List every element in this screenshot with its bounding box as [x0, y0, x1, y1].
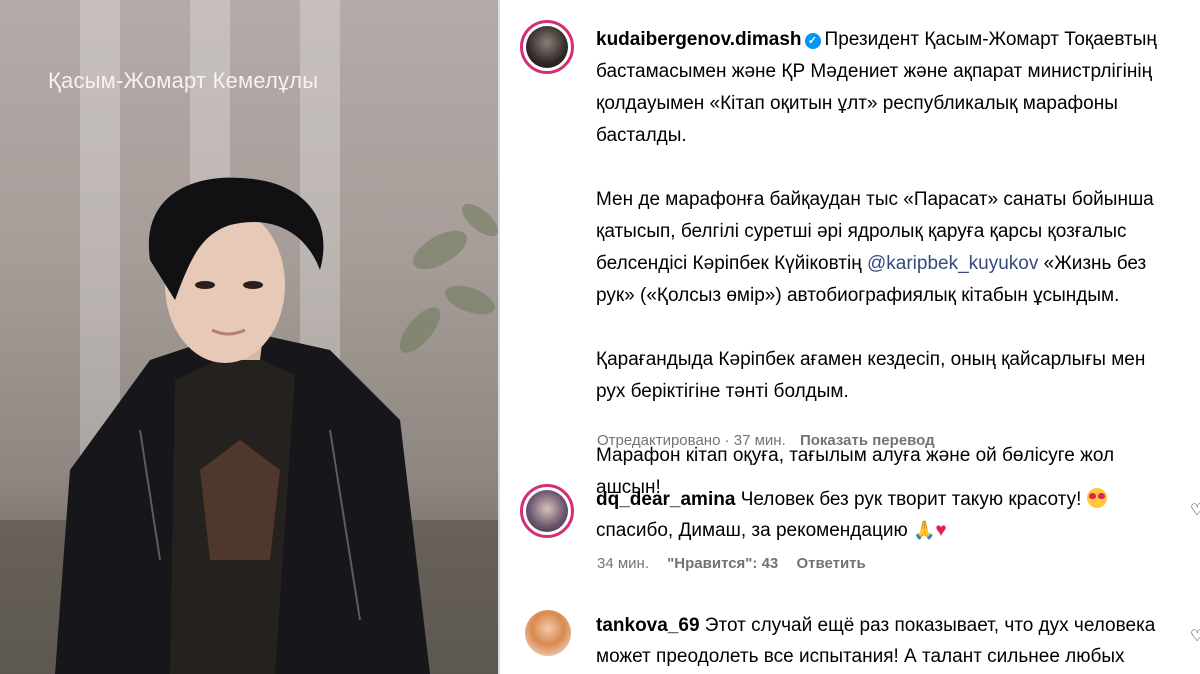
author-avatar-image — [526, 26, 568, 68]
commenter-avatar[interactable] — [525, 610, 571, 656]
reply-button[interactable]: Ответить — [796, 555, 865, 572]
translate-button[interactable]: Показать перевод — [800, 432, 935, 449]
meta-separator: · — [724, 432, 730, 449]
comment-text: Человек без рук творит такую красоту! — [740, 489, 1082, 510]
heart-eyes-emoji-icon — [1086, 488, 1107, 508]
comment-text: спасибо, Димаш, за рекомендацию — [596, 520, 908, 541]
comment-username[interactable]: dq_dear_amina — [596, 489, 735, 510]
edited-label: Отредактировано — [597, 432, 721, 449]
comment-item: dq_dear_amina Человек без рук творит так… — [596, 484, 1156, 546]
plant-leaves — [399, 203, 498, 353]
post-photo[interactable]: Қасым-Жомарт Кемелұлы — [0, 0, 498, 674]
comment-time: 34 мин. — [597, 555, 649, 572]
verified-badge-icon: ✓ — [804, 33, 821, 49]
caption-paragraph: kudaibergenov.dimash ✓ Президент Қасым-Жом… — [596, 24, 1166, 152]
mention-link[interactable]: @karipbek_kuyukov — [867, 253, 1038, 274]
like-comment-heart-icon[interactable]: ♡ — [1190, 500, 1200, 519]
photo-overlay-title: Қасым-Жомарт Кемелұлы — [48, 68, 319, 93]
comment-likes-count[interactable]: "Нравится": 43 — [667, 555, 778, 572]
commenter-avatar-image — [526, 490, 568, 532]
post-time: 37 мин. — [733, 432, 786, 449]
comment-username[interactable]: tankova_69 — [596, 615, 700, 636]
comment-meta: 34 мин. "Нравится": 43 Ответить — [597, 555, 866, 572]
comment-item: tankova_69 Этот случай ещё раз показывае… — [596, 610, 1156, 674]
post-meta: Отредактировано · 37 мин. Показать перев… — [597, 432, 935, 449]
author-avatar[interactable] — [520, 20, 574, 74]
red-heart-emoji-icon: ♥ — [935, 520, 947, 541]
caption-paragraph: Мен де марафонға байқаудан тыс «Парасат»… — [596, 184, 1166, 312]
like-comment-heart-icon[interactable]: ♡ — [1190, 626, 1200, 645]
praying-hands-emoji-icon: 🙏 — [912, 520, 936, 540]
caption-paragraph: Қарағандыда Кәріпбек ағамен кездесіп, он… — [596, 349, 1146, 402]
portrait-illustration — [0, 177, 498, 674]
commenter-avatar[interactable] — [520, 484, 574, 538]
author-username[interactable]: kudaibergenov.dimash — [596, 29, 802, 50]
panel-divider — [498, 0, 500, 674]
